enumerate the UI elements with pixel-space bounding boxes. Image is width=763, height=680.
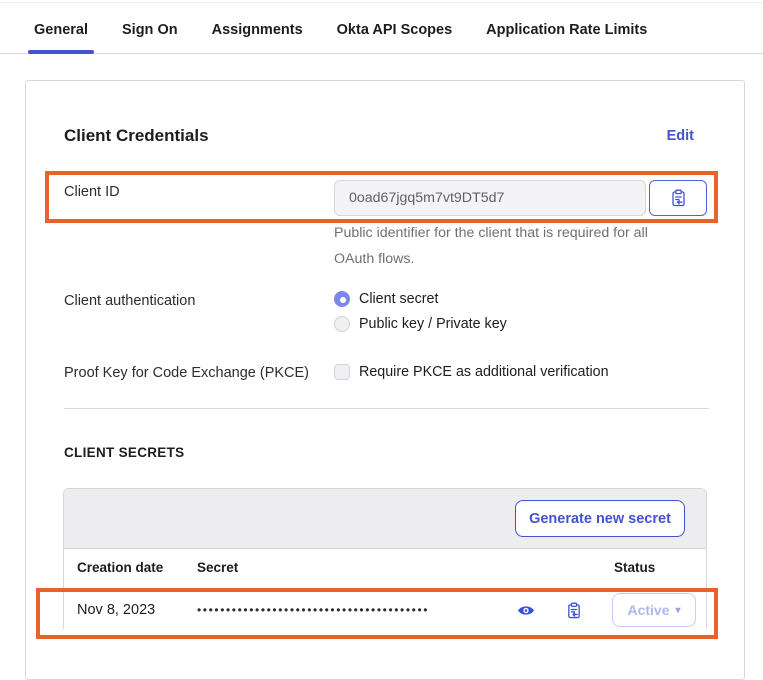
tab-general[interactable]: General bbox=[28, 6, 94, 53]
pkce-option-label: Require PKCE as additional verification bbox=[359, 364, 609, 380]
table-header-row: Creation date Secret Status bbox=[64, 549, 706, 586]
status-label: Active bbox=[627, 602, 669, 618]
radio-selected-icon[interactable] bbox=[334, 291, 350, 307]
tab-sign-on[interactable]: Sign On bbox=[116, 6, 184, 53]
edit-link[interactable]: Edit bbox=[667, 128, 694, 144]
card-title: Client Credentials bbox=[64, 126, 209, 146]
app-tab-bar: General Sign On Assignments Okta API Sco… bbox=[0, 6, 763, 54]
tab-okta-api-scopes[interactable]: Okta API Scopes bbox=[331, 6, 459, 53]
page: General Sign On Assignments Okta API Sco… bbox=[0, 0, 763, 672]
client-id-help-text: Public identifier for the client that is… bbox=[334, 220, 682, 272]
client-id-label: Client ID bbox=[64, 184, 120, 200]
tab-assignments[interactable]: Assignments bbox=[206, 6, 309, 53]
radio-unselected-icon[interactable] bbox=[334, 316, 350, 332]
column-header-secret: Secret bbox=[197, 549, 238, 586]
clipboard-icon bbox=[670, 189, 687, 207]
top-divider bbox=[0, 2, 763, 3]
radio-public-private-key[interactable]: Public key / Private key bbox=[334, 316, 507, 332]
reveal-secret-button[interactable] bbox=[517, 586, 535, 634]
status-dropdown-button[interactable]: Active ▾ bbox=[612, 593, 696, 627]
client-id-value[interactable]: 0oad67jgq5m7vt9DT5d7 bbox=[334, 180, 646, 216]
client-secrets-title: CLIENT SECRETS bbox=[64, 445, 184, 460]
radio-client-secret-label: Client secret bbox=[359, 291, 438, 307]
checkbox-unchecked-icon[interactable] bbox=[334, 364, 350, 380]
section-divider bbox=[64, 408, 709, 409]
column-header-status: Status bbox=[614, 549, 655, 586]
radio-public-private-key-label: Public key / Private key bbox=[359, 316, 507, 332]
client-secrets-table: Generate new secret Creation date Secret… bbox=[63, 488, 707, 633]
eye-icon bbox=[517, 604, 535, 617]
tab-application-rate-limits[interactable]: Application Rate Limits bbox=[480, 6, 653, 53]
secret-masked-value: •••••••••••••••••••••••••••••••••••••••• bbox=[197, 586, 429, 634]
radio-client-secret[interactable]: Client secret bbox=[334, 291, 507, 307]
table-row: Nov 8, 2023 ••••••••••••••••••••••••••••… bbox=[64, 586, 706, 634]
client-authentication-label: Client authentication bbox=[64, 293, 195, 309]
pkce-label: Proof Key for Code Exchange (PKCE) bbox=[64, 365, 309, 381]
clipboard-icon bbox=[566, 602, 582, 619]
generate-new-secret-button[interactable]: Generate new secret bbox=[515, 500, 685, 537]
client-credentials-card: Client Credentials Edit Client ID 0oad67… bbox=[25, 80, 745, 680]
secrets-toolbar: Generate new secret bbox=[64, 489, 706, 549]
copy-client-id-button[interactable] bbox=[649, 180, 707, 216]
pkce-checkbox-row[interactable]: Require PKCE as additional verification bbox=[334, 364, 609, 380]
secret-creation-date: Nov 8, 2023 bbox=[77, 586, 155, 634]
client-authentication-options: Client secret Public key / Private key bbox=[334, 291, 507, 332]
column-header-creation-date: Creation date bbox=[77, 549, 163, 586]
copy-secret-button[interactable] bbox=[566, 586, 582, 634]
caret-down-icon: ▾ bbox=[676, 605, 681, 616]
